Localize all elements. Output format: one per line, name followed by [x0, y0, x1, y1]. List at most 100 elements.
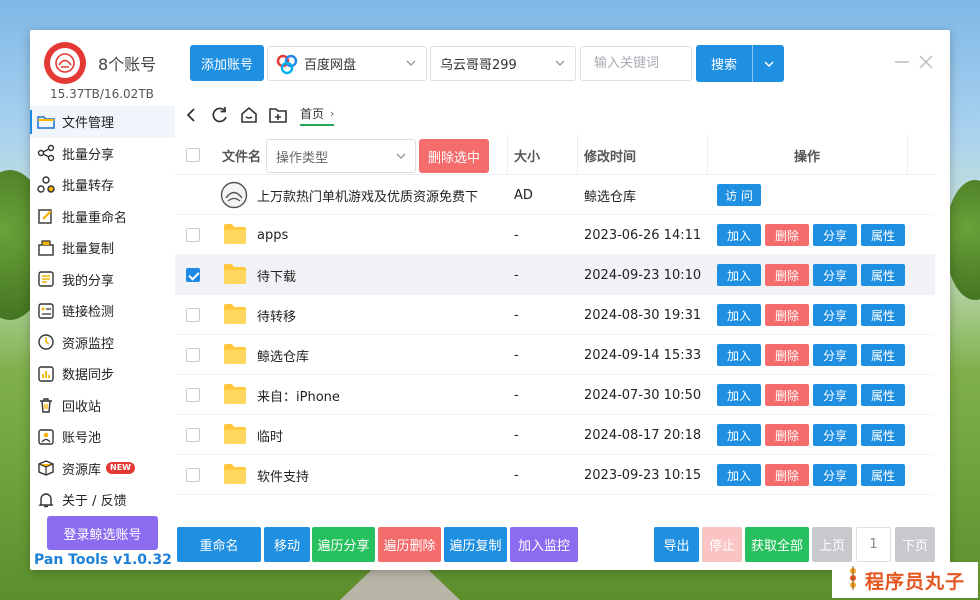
add-button[interactable]: 加入	[717, 304, 761, 326]
keyword-search-input[interactable]	[580, 46, 692, 81]
add-button[interactable]: 加入	[717, 224, 761, 246]
sidebar-item-batch-transfer[interactable]: 批量转存	[30, 169, 175, 201]
sidebar-item-resource-monitor[interactable]: 资源监控	[30, 327, 175, 359]
row-checkbox[interactable]	[186, 388, 200, 406]
select-all-checkbox[interactable]	[186, 135, 200, 175]
traverse-share-button[interactable]: 遍历分享	[312, 527, 375, 562]
file-name[interactable]: 软件支持	[257, 455, 309, 495]
file-name[interactable]: 临时	[257, 415, 283, 455]
add-monitor-button[interactable]: 加入监控	[510, 527, 578, 562]
page-number-input[interactable]: 1	[856, 527, 891, 562]
rename-button[interactable]: 重命名	[177, 527, 261, 562]
refresh-icon[interactable]	[209, 104, 231, 126]
row-checkbox[interactable]	[186, 468, 200, 486]
breadcrumb-home[interactable]: 首页 ›	[300, 105, 335, 126]
stop-button[interactable]: 停止	[702, 527, 742, 562]
sidebar-item-batch-rename[interactable]: 批量重命名	[30, 201, 175, 233]
add-button[interactable]: 加入	[717, 424, 761, 446]
add-button[interactable]: 加入	[717, 264, 761, 286]
traverse-delete-button[interactable]: 遍历删除	[378, 527, 441, 562]
file-name[interactable]: 来自：iPhone	[257, 375, 340, 415]
delete-button[interactable]: 删除	[765, 344, 809, 366]
properties-button[interactable]: 属性	[861, 464, 905, 486]
home-icon[interactable]	[238, 104, 260, 126]
delete-button[interactable]: 删除	[765, 384, 809, 406]
delete-button[interactable]: 删除	[765, 464, 809, 486]
pan-type-select[interactable]: 百度网盘	[267, 46, 427, 81]
row-checkbox[interactable]	[186, 308, 200, 326]
sidebar: 8个账号 15.37TB/16.02TB 文件管理 批量分享 批量转存 批量重命…	[30, 30, 175, 570]
file-name[interactable]: apps	[257, 215, 288, 255]
properties-button[interactable]: 属性	[861, 424, 905, 446]
delete-button[interactable]: 删除	[765, 304, 809, 326]
share-button[interactable]: 分享	[813, 224, 857, 246]
ad-size: AD	[514, 187, 533, 203]
properties-button[interactable]: 属性	[861, 384, 905, 406]
table-row[interactable]: 待下载 - 2024-09-23 10:10 加入 删除 分享 属性	[175, 255, 935, 295]
ad-source: 鲸选仓库	[584, 189, 637, 205]
sidebar-item-recycle-bin[interactable]: 回收站	[30, 390, 175, 422]
properties-button[interactable]: 属性	[861, 304, 905, 326]
add-account-button[interactable]: 添加账号	[190, 45, 264, 81]
prev-page-button[interactable]: 上页	[812, 527, 852, 562]
ad-title[interactable]: 上万款热门单机游戏及优质资源免费下	[257, 175, 478, 215]
share-button[interactable]: 分享	[813, 384, 857, 406]
table-row[interactable]: 软件支持 - 2023-09-23 10:15 加入 删除 分享 属性	[175, 455, 935, 495]
sidebar-item-my-share[interactable]: 我的分享	[30, 264, 175, 296]
table-row[interactable]: 来自：iPhone - 2024-07-30 10:50 加入 删除 分享 属性	[175, 375, 935, 415]
share-button[interactable]: 分享	[813, 344, 857, 366]
sidebar-item-file-manage[interactable]: 文件管理	[30, 106, 175, 138]
table-row[interactable]: apps - 2023-06-26 14:11 加入 删除 分享 属性	[175, 215, 935, 255]
share-button[interactable]: 分享	[813, 464, 857, 486]
delete-button[interactable]: 删除	[765, 264, 809, 286]
add-button[interactable]: 加入	[717, 344, 761, 366]
properties-button[interactable]: 属性	[861, 264, 905, 286]
minimize-icon[interactable]	[894, 54, 910, 75]
sidebar-item-resource-library[interactable]: 资源库 NEW	[30, 453, 175, 485]
user-select[interactable]: 乌云哥哥299	[430, 46, 576, 81]
traverse-copy-button[interactable]: 遍历复制	[444, 527, 507, 562]
delete-button[interactable]: 删除	[765, 424, 809, 446]
sidebar-item-batch-copy[interactable]: 批量复制	[30, 232, 175, 264]
row-checkbox[interactable]	[186, 268, 200, 286]
sidebar-item-batch-share[interactable]: 批量分享	[30, 138, 175, 170]
row-checkbox[interactable]	[186, 348, 200, 366]
login-jingxuan-button[interactable]: 登录鲸选账号	[47, 516, 158, 550]
app-logo-icon	[44, 42, 86, 84]
add-button[interactable]: 加入	[717, 464, 761, 486]
new-folder-icon[interactable]	[267, 104, 289, 126]
account-count-title[interactable]: 8个账号	[98, 51, 156, 75]
properties-button[interactable]: 属性	[861, 344, 905, 366]
next-page-button[interactable]: 下页	[895, 527, 935, 562]
row-checkbox[interactable]	[186, 228, 200, 246]
table-row[interactable]: 待转移 - 2024-08-30 19:31 加入 删除 分享 属性	[175, 295, 935, 335]
file-name[interactable]: 待转移	[257, 295, 296, 335]
file-modified-time: 2024-08-30 19:31	[584, 307, 702, 323]
move-button[interactable]: 移动	[264, 527, 310, 562]
table-row[interactable]: 鲸选仓库 - 2024-09-14 15:33 加入 删除 分享 属性	[175, 335, 935, 375]
get-all-button[interactable]: 获取全部	[745, 527, 809, 562]
sidebar-item-about-feedback[interactable]: 关于 / 反馈	[30, 484, 175, 516]
sidebar-item-account-pool[interactable]: 账号池	[30, 421, 175, 453]
file-name[interactable]: 鲸选仓库	[257, 335, 309, 375]
operation-type-select[interactable]: 操作类型	[266, 139, 416, 173]
row-checkbox[interactable]	[186, 428, 200, 446]
share-button[interactable]: 分享	[813, 424, 857, 446]
search-button[interactable]: 搜索	[696, 45, 784, 82]
share-button[interactable]: 分享	[813, 264, 857, 286]
delete-button[interactable]: 删除	[765, 224, 809, 246]
properties-button[interactable]: 属性	[861, 224, 905, 246]
folder-icon	[223, 463, 247, 489]
share-button[interactable]: 分享	[813, 304, 857, 326]
add-button[interactable]: 加入	[717, 384, 761, 406]
back-icon[interactable]	[180, 104, 202, 126]
close-icon[interactable]	[918, 54, 934, 75]
delete-selected-button[interactable]: 删除选中	[419, 139, 489, 173]
search-dropdown-chevron-icon[interactable]	[752, 45, 784, 82]
table-row[interactable]: 临时 - 2024-08-17 20:18 加入 删除 分享 属性	[175, 415, 935, 455]
sidebar-item-link-check[interactable]: 链接检测	[30, 295, 175, 327]
file-name[interactable]: 待下载	[257, 255, 296, 295]
visit-button[interactable]: 访 问	[717, 184, 761, 206]
export-button[interactable]: 导出	[654, 527, 699, 562]
sidebar-item-data-sync[interactable]: 数据同步	[30, 358, 175, 390]
